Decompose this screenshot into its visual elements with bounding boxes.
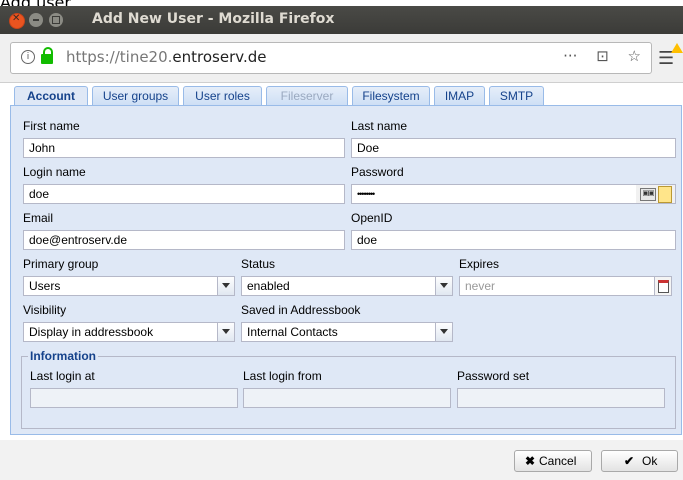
info-icon[interactable]: i [21, 50, 35, 64]
tab-user-roles[interactable]: User roles [183, 86, 262, 105]
information-fieldset: Information Last login at Last login fro… [21, 349, 676, 429]
ok-button[interactable]: ✔ Ok [601, 450, 678, 472]
account-panel: First name John Last name Doe Login name… [10, 105, 682, 435]
status-select[interactable]: enabled [241, 276, 453, 296]
primary-group-select[interactable]: Users [23, 276, 235, 296]
window-minimize-icon[interactable] [29, 13, 43, 27]
tab-user-groups[interactable]: User groups [92, 86, 179, 105]
update-warning-icon [671, 43, 683, 53]
tab-bar: Account User groups User roles Fileserve… [14, 86, 683, 106]
dialog-content: Account User groups User roles Fileserve… [0, 83, 683, 480]
password-label: Password [351, 165, 404, 179]
lock-icon[interactable] [41, 47, 53, 65]
url-prefix: https://tine20. [66, 48, 173, 66]
browser-navbar: i https://tine20.entroserv.de ··· ⊡ ☆ ☰ [0, 34, 683, 83]
saved-in-addressbook-label: Saved in Addressbook [241, 303, 361, 317]
last-login-at-label: Last login at [30, 369, 95, 383]
status-value: enabled [247, 279, 290, 293]
email-field[interactable]: doe@entroserv.de [23, 230, 345, 250]
tab-imap[interactable]: IMAP [434, 86, 485, 105]
tab-account[interactable]: Account [14, 86, 88, 106]
last-name-field[interactable]: Doe [351, 138, 676, 158]
chevron-down-icon[interactable] [217, 323, 234, 341]
window-titlebar: Add New User - Mozilla Firefox [0, 6, 683, 34]
saved-in-addressbook-value: Internal Contacts [247, 325, 338, 339]
last-name-label: Last name [351, 119, 408, 133]
cancel-button[interactable]: ✖ Cancel [514, 450, 592, 472]
cancel-button-label: Cancel [539, 454, 577, 468]
tab-filesystem[interactable]: Filesystem [352, 86, 430, 105]
more-actions-icon[interactable]: ··· [563, 47, 577, 65]
visibility-select[interactable]: Display in addressbook [23, 322, 235, 342]
tab-fileserver: Fileserver [266, 86, 348, 105]
last-login-at-field [30, 388, 238, 408]
openid-field[interactable]: doe [351, 230, 676, 250]
last-login-from-label: Last login from [243, 369, 322, 383]
password-tools: ▣▣ [636, 185, 675, 203]
generate-password-icon[interactable]: ▣▣ [640, 188, 656, 201]
cancel-icon: ✖ [525, 454, 536, 468]
password-set-field [457, 388, 665, 408]
tab-smtp[interactable]: SMTP [489, 86, 544, 105]
visibility-label: Visibility [23, 303, 67, 317]
window-close-icon[interactable] [9, 13, 25, 29]
dialog-footer: ✖ Cancel ✔ Ok [0, 440, 683, 480]
chevron-down-icon[interactable] [435, 323, 452, 341]
window-title: Add New User - Mozilla Firefox [92, 11, 335, 27]
login-name-field[interactable]: doe [23, 184, 345, 204]
bookmark-star-icon[interactable]: ☆ [628, 47, 641, 65]
status-label: Status [241, 257, 276, 271]
information-legend: Information [28, 349, 98, 363]
password-field[interactable]: •••••••• ▣▣ [351, 184, 676, 204]
first-name-label: First name [23, 119, 80, 133]
primary-group-value: Users [29, 279, 61, 293]
login-name-label: Login name [23, 165, 86, 179]
first-name-field[interactable]: John [23, 138, 345, 158]
expires-date-field[interactable]: never [459, 276, 672, 296]
openid-label: OpenID [351, 211, 393, 225]
visibility-value: Display in addressbook [29, 325, 154, 339]
copy-password-icon[interactable] [658, 186, 672, 203]
url-bar[interactable]: i https://tine20.entroserv.de ··· ⊡ ☆ [10, 42, 652, 74]
chevron-down-icon[interactable] [217, 277, 234, 295]
window-maximize-icon[interactable] [49, 13, 63, 27]
pocket-icon[interactable]: ⊡ [596, 47, 609, 65]
chevron-down-icon[interactable] [435, 277, 452, 295]
expires-label: Expires [459, 257, 500, 271]
saved-in-addressbook-select[interactable]: Internal Contacts [241, 322, 453, 342]
password-set-label: Password set [457, 369, 530, 383]
expires-placeholder: never [465, 279, 496, 293]
email-label: Email [23, 211, 54, 225]
ok-button-label: Ok [642, 454, 658, 468]
check-icon: ✔ [624, 454, 635, 468]
url-text[interactable]: https://tine20.entroserv.de [66, 48, 266, 66]
url-domain: entroserv.de [172, 48, 267, 66]
calendar-icon[interactable] [654, 277, 671, 295]
password-value: •••••••• [357, 189, 375, 199]
last-login-from-field [243, 388, 451, 408]
primary-group-label: Primary group [23, 257, 99, 271]
